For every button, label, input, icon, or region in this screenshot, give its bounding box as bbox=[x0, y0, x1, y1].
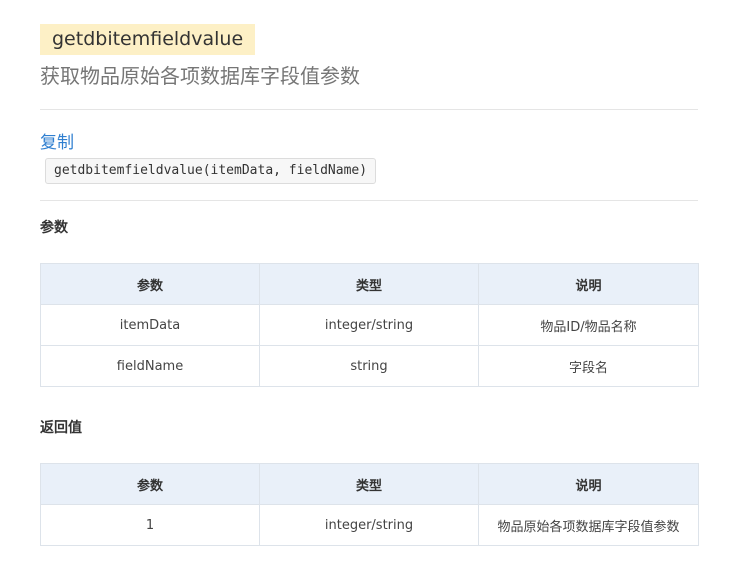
cell-param: itemData bbox=[40, 304, 260, 346]
column-header-param: 参数 bbox=[40, 263, 260, 305]
table-row: itemData integer/string 物品ID/物品名称 bbox=[40, 304, 699, 346]
cell-type: integer/string bbox=[259, 504, 479, 546]
params-table: 参数 类型 说明 itemData integer/string 物品ID/物品… bbox=[40, 263, 699, 387]
cell-type: string bbox=[259, 345, 479, 387]
params-section-title: 参数 bbox=[40, 220, 68, 236]
function-description: 获取物品原始各项数据库字段值参数 bbox=[40, 64, 360, 88]
column-header-type: 类型 bbox=[259, 263, 479, 305]
signature-code: getdbitemfieldvalue(itemData, fieldName) bbox=[45, 158, 377, 184]
return-section-title: 返回值 bbox=[40, 420, 82, 436]
cell-type: integer/string bbox=[259, 304, 479, 346]
copy-link[interactable]: 复制 bbox=[40, 131, 74, 155]
column-header-desc: 说明 bbox=[478, 263, 699, 305]
cell-desc: 字段名 bbox=[478, 345, 699, 387]
cell-desc: 物品ID/物品名称 bbox=[478, 304, 699, 346]
function-name-badge: getdbitemfieldvalue bbox=[40, 24, 256, 55]
column-header-desc: 说明 bbox=[478, 463, 699, 505]
cell-desc: 物品原始各项数据库字段值参数 bbox=[478, 504, 699, 546]
table-row: fieldName string 字段名 bbox=[40, 345, 699, 387]
table-header-row: 参数 类型 说明 bbox=[40, 263, 699, 305]
table-row: 1 integer/string 物品原始各项数据库字段值参数 bbox=[40, 504, 699, 546]
divider bbox=[40, 200, 698, 201]
return-table: 参数 类型 说明 1 integer/string 物品原始各项数据库字段值参数 bbox=[40, 463, 699, 546]
table-header-row: 参数 类型 说明 bbox=[40, 463, 699, 505]
cell-param: 1 bbox=[40, 504, 260, 546]
column-header-param: 参数 bbox=[40, 463, 260, 505]
column-header-type: 类型 bbox=[259, 463, 479, 505]
cell-param: fieldName bbox=[40, 345, 260, 387]
divider bbox=[40, 109, 698, 110]
